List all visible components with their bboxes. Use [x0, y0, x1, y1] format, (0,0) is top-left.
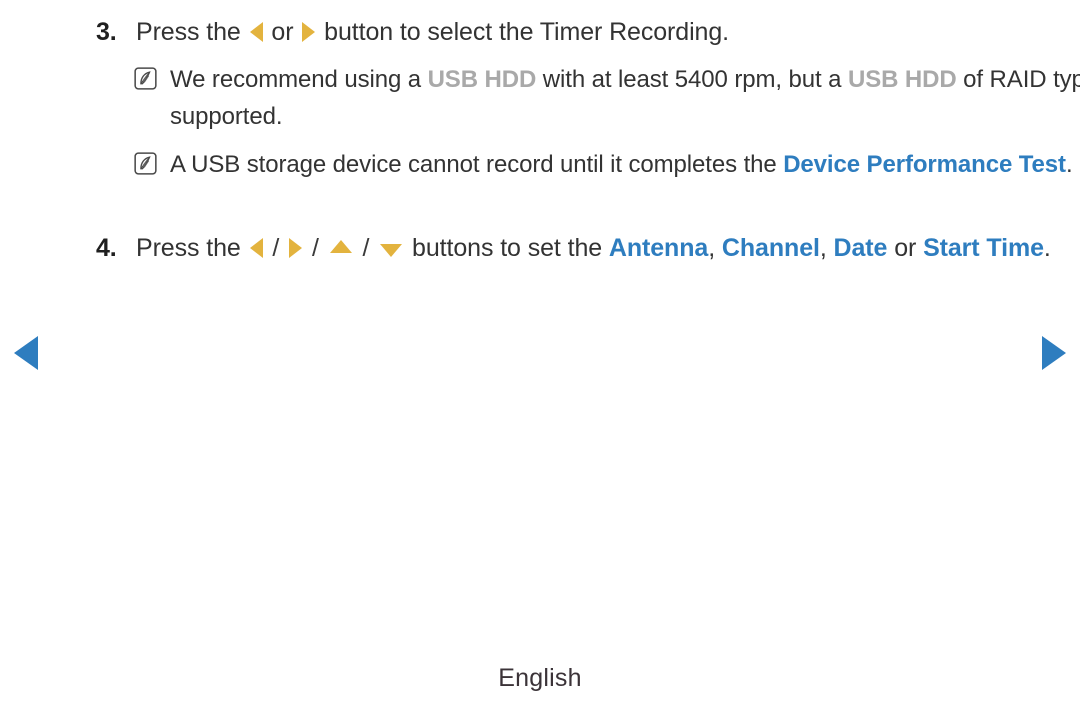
step-number: 3.	[96, 18, 117, 46]
arrow-left-icon	[249, 238, 263, 259]
step-item-4: 4. Press the / / / buttons to set the An…	[0, 230, 1080, 267]
arrow-up-icon	[329, 239, 352, 253]
note-icon	[134, 67, 157, 90]
step-text-segment: buttons to set the	[405, 234, 609, 262]
note-text-segment: with at least 5400 rpm, but a	[536, 66, 848, 93]
step-text-segment: Press the	[136, 18, 248, 46]
arrow-down-icon	[380, 243, 403, 257]
footer-language-label: English	[498, 664, 582, 692]
separator: /	[355, 234, 377, 262]
step-item-3: 3. Press the or button to select the Tim…	[0, 14, 1080, 51]
separator: /	[305, 234, 326, 262]
note-text-segment: We recommend using a	[170, 66, 428, 93]
arrow-right-icon	[289, 238, 303, 259]
keyword-channel: Channel	[721, 234, 820, 262]
note-icon	[134, 152, 157, 175]
step-text-segment: .	[1043, 234, 1051, 262]
step-text-segment: ,	[708, 234, 722, 262]
emanual-page: 3. Press the or button to select the Tim…	[0, 0, 1080, 705]
note-item: A USB storage device cannot record until…	[0, 146, 1080, 183]
step-text-segment: ,	[819, 234, 834, 262]
keyword-start-time: Start Time	[923, 234, 1044, 262]
keyword-antenna: Antenna	[608, 234, 709, 262]
note-item: We recommend using a USB HDD with at lea…	[0, 61, 1080, 135]
step-text-segment: or	[887, 234, 924, 262]
keyword-device-performance-test: Device Performance Test	[783, 151, 1066, 178]
separator: /	[265, 234, 287, 262]
step-text-segment: button to select the Timer Recording.	[317, 18, 729, 46]
keyword-usb-hdd: USB HDD	[847, 66, 957, 93]
keyword-date: Date	[833, 234, 888, 262]
step-text-segment: Press the	[136, 234, 248, 262]
arrow-right-icon	[302, 22, 316, 43]
note-text-segment: .	[1065, 151, 1073, 178]
step-text-segment: or	[264, 18, 301, 46]
step-number: 4.	[96, 234, 117, 262]
next-page-button[interactable]	[1042, 336, 1066, 370]
previous-page-button[interactable]	[14, 336, 38, 370]
note-text-segment: A USB storage device cannot record until…	[170, 151, 784, 178]
arrow-left-icon	[249, 22, 263, 43]
keyword-usb-hdd: USB HDD	[427, 66, 537, 93]
